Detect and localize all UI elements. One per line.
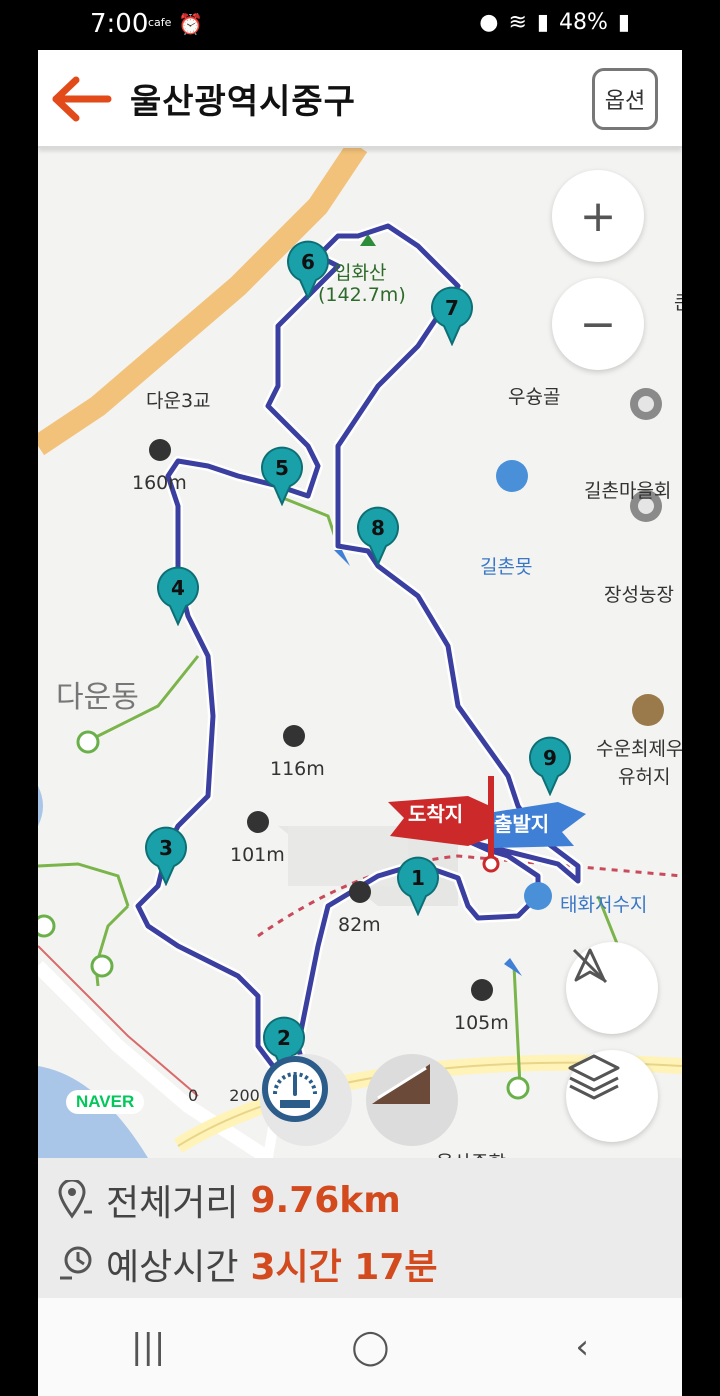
scale-value: 200: [229, 1086, 260, 1105]
place-label: 수운최제우: [596, 738, 682, 760]
waypoint-marker-7[interactable]: 7: [430, 286, 474, 346]
scale-zero: 0: [188, 1086, 199, 1105]
app-screen: 울산광역시중구 옵션 1 2 3 4 5 6 7 8 9 우슝골 길촌마을회 길…: [38, 50, 682, 1396]
plus-icon: +: [579, 190, 617, 242]
compass-off-button[interactable]: [566, 942, 658, 1034]
speedometer-icon: [262, 1056, 328, 1122]
place-label: 장성농장: [604, 584, 674, 606]
place-label: 다운3교: [146, 390, 211, 412]
peak-height: 82m: [338, 914, 381, 936]
finish-flag-label: 도착지: [408, 802, 464, 826]
peak-height: 116m: [270, 758, 325, 780]
time-value: 3시간 17분: [250, 1247, 438, 1288]
map-view[interactable]: 1 2 3 4 5 6 7 8 9 큰골 우슝골 길촌마을회 길촌못 장성농장 다운3교 다운동…: [38, 146, 682, 1158]
page-title: 울산광역시중구: [130, 82, 356, 122]
svg-text:9: 9: [543, 746, 557, 770]
svg-text:6: 6: [301, 250, 315, 274]
layers-button[interactable]: [566, 1050, 658, 1142]
svg-text:8: 8: [371, 516, 385, 540]
place-label: 유허지: [618, 766, 671, 788]
svg-text:3: 3: [159, 836, 173, 860]
recent-apps-icon[interactable]: |||: [131, 1327, 165, 1367]
option-button[interactable]: 옵션: [592, 68, 658, 130]
waypoint-marker-9[interactable]: 9: [528, 736, 572, 796]
peak-height: 101m: [230, 844, 285, 866]
elevation-icon: [372, 1064, 430, 1104]
back-button[interactable]: [52, 74, 112, 124]
distance-row: 전체거리 9.76km: [58, 1174, 401, 1226]
elevation-button[interactable]: [366, 1054, 458, 1146]
waypoint-marker-4[interactable]: 4: [156, 566, 200, 626]
system-nav-bar: ||| ◯ ‹: [38, 1298, 682, 1396]
waypoint-marker-3[interactable]: 3: [144, 826, 188, 886]
place-label: 우슝골: [508, 386, 561, 408]
district-label: 다운동: [56, 680, 139, 715]
status-time: 7:00: [90, 9, 149, 39]
wifi-icon: ≋: [508, 10, 527, 35]
peak-height: 160m: [132, 472, 187, 494]
time-row: 예상시간 3시간 17분: [58, 1238, 438, 1290]
waypoint-marker-8[interactable]: 8: [356, 506, 400, 566]
alarm-icon: ⏰: [178, 12, 203, 36]
place-label: 큰골: [674, 288, 682, 315]
place-label: 길촌마을회: [584, 480, 672, 502]
summit-name: 입화산: [334, 262, 387, 284]
clock-icon: [60, 1246, 92, 1280]
peak-height: 105m: [454, 1012, 509, 1034]
compass-off-icon: [572, 948, 608, 984]
location-icon: ●: [479, 10, 499, 35]
signal-icon: ▮: [536, 10, 549, 35]
time-label: 예상시간: [106, 1247, 239, 1288]
svg-text:2: 2: [277, 1026, 291, 1050]
place-label: 길촌못: [480, 556, 533, 578]
top-bar: 울산광역시중구 옵션: [38, 50, 682, 148]
status-bar: 7:00 cafe ⏰ ● ≋ ▮ 48% ▮: [0, 0, 720, 50]
waypoint-marker-1[interactable]: 1: [396, 856, 440, 916]
waypoint-marker-5[interactable]: 5: [260, 446, 304, 506]
zoom-in-button[interactable]: +: [552, 170, 644, 262]
back-nav-icon[interactable]: ‹: [575, 1327, 589, 1367]
location-pin-icon: [58, 1180, 92, 1219]
place-label: 울산종합: [436, 1148, 506, 1158]
route-info-panel: 전체거리 9.76km 예상시간 3시간 17분: [38, 1158, 682, 1298]
back-arrow-icon: [52, 76, 112, 122]
home-icon[interactable]: ◯: [351, 1327, 389, 1367]
minus-icon: −: [579, 298, 617, 350]
svg-text:5: 5: [275, 456, 289, 480]
notification-label: cafe: [148, 16, 172, 29]
svg-text:4: 4: [171, 576, 185, 600]
svg-text:7: 7: [445, 296, 459, 320]
battery-level: 48%: [558, 10, 608, 35]
battery-icon: ▮: [617, 10, 630, 35]
speedometer-button[interactable]: [260, 1054, 352, 1146]
summit-height: (142.7m): [318, 284, 406, 306]
layers-icon: [568, 1054, 620, 1100]
place-label: 태화저수지: [560, 894, 648, 916]
zoom-out-button[interactable]: −: [552, 278, 644, 370]
map-scale: 0 200: [188, 1086, 260, 1105]
naver-logo: NAVER: [66, 1090, 145, 1114]
distance-label: 전체거리: [106, 1183, 239, 1224]
distance-value: 9.76km: [250, 1179, 401, 1221]
start-flag-label: 출발지: [494, 812, 550, 836]
svg-text:1: 1: [411, 866, 425, 890]
